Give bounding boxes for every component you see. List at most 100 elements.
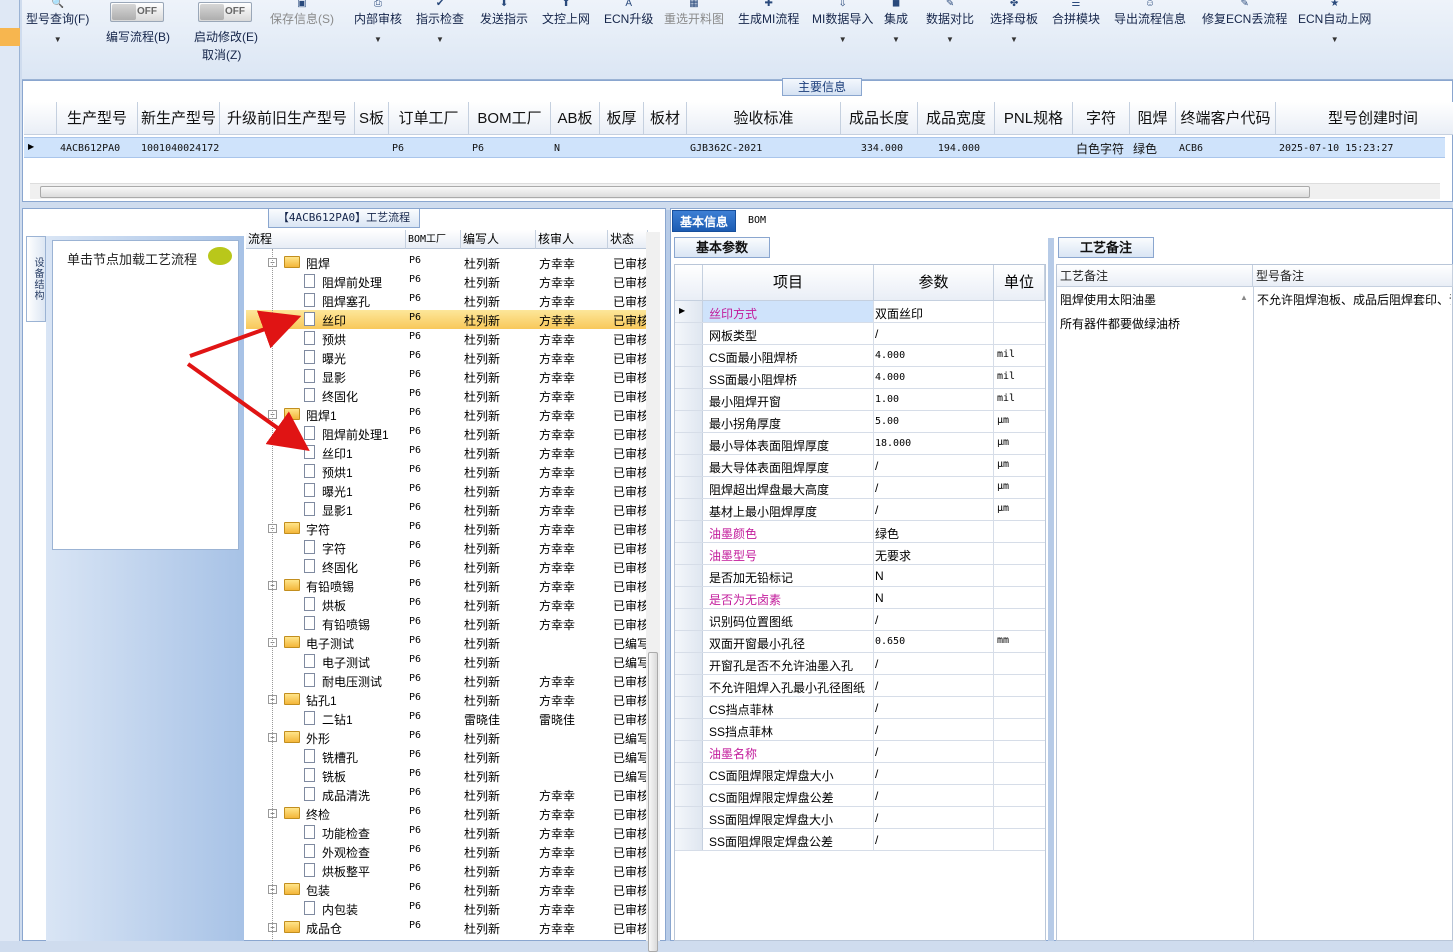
param-row[interactable]: 阻焊超出焊盘最大高度 / μm <box>675 477 1045 499</box>
param-value-cell[interactable] <box>874 763 994 784</box>
tree-row[interactable]: 阻焊前处理 P6 杜列新 方幸幸 已审核 <box>246 272 647 291</box>
toolbar-button-16[interactable]: ★ ECN自动上网 ▼ <box>1298 0 1371 60</box>
toggle-switch-0[interactable]: OFF <box>110 2 164 22</box>
param-row[interactable]: 油墨颜色 绿色 <box>675 521 1045 543</box>
param-row[interactable]: 最小导体表面阻焊厚度 18.000 μm <box>675 433 1045 455</box>
tab-bom[interactable]: BOM <box>740 210 774 232</box>
tree-row[interactable]: 终固化 P6 杜列新 方幸幸 已审核 <box>246 386 647 405</box>
tree-row[interactable]: 有铅喷锡 P6 杜列新 方幸幸 已审核 <box>246 614 647 633</box>
param-row[interactable]: CS面阻焊限定焊盘大小 / <box>675 763 1045 785</box>
tree-row[interactable]: 内包装 P6 杜列新 方幸幸 已审核 <box>246 899 647 918</box>
remark-column-header[interactable]: 工艺备注 <box>1057 265 1253 287</box>
column-header[interactable]: PNL规格 <box>995 102 1073 135</box>
column-header[interactable]: BOM工厂 <box>469 102 551 135</box>
tree-column-header[interactable]: 流程 <box>246 230 406 249</box>
param-row[interactable]: 最小拐角厚度 5.00 μm <box>675 411 1045 433</box>
toolbar-button-8[interactable]: ✚ 生成MI流程 <box>738 0 799 60</box>
splitter-left[interactable] <box>666 210 670 941</box>
param-row[interactable]: 识别码位置图纸 / <box>675 609 1045 631</box>
tree-row[interactable]: 曝光 P6 杜列新 方幸幸 已审核 <box>246 348 647 367</box>
scroll-thumb[interactable] <box>40 186 1310 198</box>
column-header[interactable]: 订单工厂 <box>389 102 469 135</box>
param-value-cell[interactable] <box>874 565 994 586</box>
left-nav-selected[interactable] <box>0 28 20 46</box>
toolbar-button-6[interactable]: A ECN升级 <box>604 0 653 60</box>
param-value-cell[interactable] <box>874 587 994 608</box>
tree-row[interactable]: 丝印 P6 杜列新 方幸幸 已审核 <box>246 310 647 329</box>
param-value-cell[interactable] <box>874 477 994 498</box>
tree-row[interactable]: − 电子测试 P6 杜列新 已编写 <box>246 633 647 652</box>
tree-row[interactable]: 丝印1 P6 杜列新 方幸幸 已审核 <box>246 443 647 462</box>
column-header[interactable]: 成品长度 <box>841 102 918 135</box>
tree-row[interactable]: − 阻焊1 P6 杜列新 方幸幸 已审核 <box>246 405 647 424</box>
toolbar-button-0[interactable]: 🔍 型号查询(F) ▼ <box>26 0 89 60</box>
param-row[interactable]: SS面最小阻焊桥 4.000 mil <box>675 367 1045 389</box>
param-row[interactable]: ▶ 丝印方式 双面丝印 <box>675 301 1045 323</box>
param-column-header[interactable]: 项目 <box>703 265 874 301</box>
param-row[interactable]: 是否加无铅标记 N <box>675 565 1045 587</box>
column-header[interactable]: 新生产型号 <box>138 102 220 135</box>
tree-row[interactable]: − 终检 P6 杜列新 方幸幸 已审核 <box>246 804 647 823</box>
remark-column-header[interactable]: 型号备注 <box>1253 265 1453 287</box>
column-header[interactable]: 型号创建时间 <box>1276 102 1453 135</box>
splitter-right[interactable] <box>1048 238 1054 941</box>
tree-row[interactable]: 功能检查 P6 杜列新 方幸幸 已审核 <box>246 823 647 842</box>
tree-row[interactable]: 成品清洗 P6 杜列新 方幸幸 已审核 <box>246 785 647 804</box>
toolbar-button-12[interactable]: ✤ 选择母板 ▼ <box>990 0 1038 60</box>
tree-row[interactable]: 电子测试 P6 杜列新 已编写 <box>246 652 647 671</box>
main-info-hscrollbar[interactable] <box>30 183 1440 199</box>
column-header[interactable]: 生产型号 <box>57 102 138 135</box>
param-row[interactable]: SS挡点菲林 / <box>675 719 1045 741</box>
tree-row[interactable]: 终固化 P6 杜列新 方幸幸 已审核 <box>246 557 647 576</box>
param-value-cell[interactable] <box>874 785 994 806</box>
param-row[interactable]: 最大导体表面阻焊厚度 / μm <box>675 455 1045 477</box>
scroll-up-icon[interactable]: ▲ <box>1240 293 1248 302</box>
param-column-header[interactable]: 单位 <box>994 265 1045 301</box>
param-row[interactable]: CS面阻焊限定焊盘公差 / <box>675 785 1045 807</box>
param-row[interactable]: 双面开窗最小孔径 0.650 mm <box>675 631 1045 653</box>
param-row[interactable]: 最小阻焊开窗 1.00 mil <box>675 389 1045 411</box>
tree-row[interactable]: 预烘 P6 杜列新 方幸幸 已审核 <box>246 329 647 348</box>
param-value-cell[interactable] <box>874 807 994 828</box>
subtab-process-remarks[interactable]: 工艺备注 <box>1058 237 1154 258</box>
param-row[interactable]: 基材上最小阻焊厚度 / μm <box>675 499 1045 521</box>
toolbar-button-11[interactable]: ✎ 数据对比 ▼ <box>926 0 974 60</box>
toolbar-button-3[interactable]: ✔ 指示检查 ▼ <box>416 0 464 60</box>
flow-tree-scrollbar[interactable] <box>646 232 660 952</box>
tree-column-header[interactable]: 编写人 <box>461 230 536 249</box>
tree-row[interactable]: 铣槽孔 P6 杜列新 已编写 <box>246 747 647 766</box>
tree-row[interactable]: − 包装 P6 杜列新 方幸幸 已审核 <box>246 880 647 899</box>
tree-row[interactable]: − 成品仓 P6 杜列新 方幸幸 已审核 <box>246 918 647 937</box>
process-note[interactable]: 所有器件都要做绿油桥 <box>1060 315 1180 332</box>
tab-basic-info[interactable]: 基本信息 <box>672 210 736 232</box>
toolbar-button-10[interactable]: ◼ 集成 ▼ <box>884 0 908 60</box>
toolbar-button-5[interactable]: ⬆ 文控上网 <box>542 0 590 60</box>
toolbar-button-4[interactable]: ⬇ 发送指示 <box>480 0 528 60</box>
param-value-cell[interactable] <box>874 741 994 762</box>
tree-row[interactable]: 阻焊塞孔 P6 杜列新 方幸幸 已审核 <box>246 291 647 310</box>
column-header[interactable]: 字符 <box>1073 102 1130 135</box>
tree-row[interactable]: 预烘1 P6 杜列新 方幸幸 已审核 <box>246 462 647 481</box>
side-tab[interactable]: 设备结构 <box>26 236 46 322</box>
tree-row[interactable]: 耐电压测试 P6 杜列新 方幸幸 已审核 <box>246 671 647 690</box>
tree-row[interactable]: 烘板 P6 杜列新 方幸幸 已审核 <box>246 595 647 614</box>
param-row[interactable]: 是否为无卤素 N <box>675 587 1045 609</box>
param-value-cell[interactable] <box>874 697 994 718</box>
tree-row[interactable]: 二钻1 P6 雷晓佳 雷晓佳 已审核 <box>246 709 647 728</box>
column-header[interactable]: 升级前旧生产型号 <box>220 102 355 135</box>
tree-row[interactable]: − 阻焊 P6 杜列新 方幸幸 已审核 <box>246 253 647 272</box>
toggle-switch-1[interactable]: OFF <box>198 2 252 22</box>
subtab-basic-params[interactable]: 基本参数 <box>674 237 770 258</box>
tree-row[interactable]: 曝光1 P6 杜列新 方幸幸 已审核 <box>246 481 647 500</box>
column-header[interactable]: 板材 <box>644 102 687 135</box>
tree-row[interactable]: 显影 P6 杜列新 方幸幸 已审核 <box>246 367 647 386</box>
param-value-cell[interactable] <box>874 719 994 740</box>
param-row[interactable]: 油墨型号 无要求 <box>675 543 1045 565</box>
toolbar-button-1[interactable]: ▣ 保存信息(S) <box>270 0 334 60</box>
tree-row[interactable]: 显影1 P6 杜列新 方幸幸 已审核 <box>246 500 647 519</box>
column-header[interactable]: 终端客户代码 <box>1176 102 1276 135</box>
tree-column-header[interactable]: BOM工厂 <box>406 230 461 249</box>
toolbar-button-7[interactable]: ▦ 重选开料图 <box>664 0 724 60</box>
param-row[interactable]: 网板类型 / <box>675 323 1045 345</box>
param-row[interactable]: CS挡点菲林 / <box>675 697 1045 719</box>
